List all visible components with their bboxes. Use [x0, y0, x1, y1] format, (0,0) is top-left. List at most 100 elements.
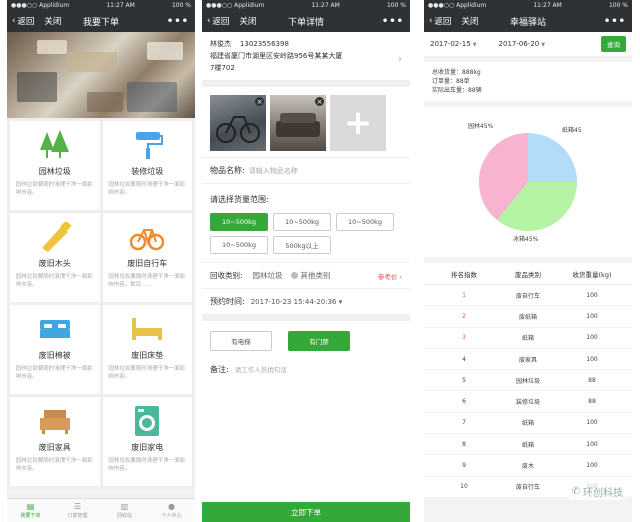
- table-row: 8 纸箱 100: [424, 434, 632, 456]
- tab-order[interactable]: ▤ 我要下单: [7, 499, 54, 522]
- more-icon[interactable]: •••: [604, 16, 626, 27]
- category-card-bicycle[interactable]: 废旧自行车 园林垃圾要随时清理干净一面影响市容。数目......: [102, 213, 192, 302]
- category-name: 废旧木头: [38, 259, 71, 268]
- volume-option[interactable]: 500kg以上: [273, 236, 331, 254]
- radio-icon[interactable]: [290, 272, 298, 279]
- category-cell: 园林垃圾: [515, 377, 540, 385]
- category-cell: 废纸箱: [518, 313, 537, 321]
- category-cell: 纸箱: [521, 335, 534, 343]
- stat-orders: 订单量：88单: [432, 78, 470, 85]
- chevron-left-icon: ‹: [12, 16, 16, 26]
- rank-cell: 2: [462, 312, 466, 320]
- category-grid: 园林垃圾 园林垃圾要随时清理干净一面影响市容。 装修垃圾 园林垃圾要随时清理干净…: [7, 118, 195, 489]
- item-name-field[interactable]: 物品名称: 请输入物品名称: [202, 157, 410, 183]
- category-card-appliance[interactable]: 废旧家电 园林垃圾要随时清理干净一面影响市容。: [102, 397, 192, 486]
- category-card-wood[interactable]: 废旧木头 园林垃圾要随时清理干净一面影响市容。: [10, 213, 100, 302]
- submit-order-button[interactable]: 立即下单: [202, 502, 410, 522]
- rank-cell: 7: [462, 419, 466, 427]
- pie-label-fridge: 冰箱45%: [513, 236, 539, 243]
- table-row: 1 废自行车 100: [424, 285, 632, 307]
- nav-bar: ‹ 返回 关闭 幸福驿站 •••: [424, 10, 632, 32]
- back-label: 返回: [434, 17, 452, 27]
- stat-trucks: 实际出车量：88辆: [432, 87, 482, 94]
- volume-option[interactable]: 10~500kg: [210, 236, 268, 254]
- time-label: 11:27 AM: [311, 1, 340, 9]
- battery-label: 100 %: [386, 1, 406, 9]
- category-name: 废旧家具: [38, 443, 71, 452]
- category-card-mattress[interactable]: 废旧床垫 园林垃圾要随时清理干净一面影响市容。: [102, 305, 192, 394]
- category-cell: 废自行车: [515, 292, 540, 300]
- weight-cell: 100: [586, 440, 598, 448]
- weight-cell: 88: [588, 376, 596, 384]
- hero-image: [7, 32, 195, 118]
- add-photo-button[interactable]: +: [330, 95, 386, 151]
- category-name: 废旧自行车: [127, 259, 168, 268]
- volume-option[interactable]: 10~500kg: [336, 213, 394, 231]
- back-label: 返回: [212, 17, 230, 27]
- category-cell: 装修垃圾: [515, 399, 540, 407]
- category-desc: 园林垃圾要随时清理干净一面影响市容。: [15, 182, 93, 196]
- volume-option[interactable]: 10~500kg: [210, 213, 268, 231]
- note-field[interactable]: 备注: 请工作人员捎句话: [202, 361, 410, 377]
- close-button[interactable]: 关闭: [239, 15, 256, 27]
- table-row: 2 废纸箱 100: [424, 306, 632, 328]
- category-cell: 纸箱: [521, 441, 534, 449]
- watermark-text: 环创科技: [583, 488, 623, 499]
- item-name-input[interactable]: 请输入物品名称: [249, 166, 298, 176]
- volume-option[interactable]: 10~500kg: [273, 213, 331, 231]
- elevator-button[interactable]: 有电梯: [210, 331, 272, 351]
- category-desc: 园林垃圾要随时清理干净一面影响市容。: [15, 274, 93, 288]
- category-desc: 园林垃圾要随时清理干净一面影响市容。: [15, 366, 93, 380]
- tab-label: 订单管理: [67, 513, 88, 519]
- weight-cell: 100: [586, 291, 598, 299]
- clipboard-icon: ▤: [26, 502, 35, 511]
- back-button[interactable]: ‹ 返回: [7, 15, 34, 27]
- reference-price-link[interactable]: 参考价 ›: [378, 271, 402, 281]
- category-cell: 废木: [521, 463, 534, 471]
- caret-down-icon: ▼: [472, 42, 477, 48]
- recycle-option-other[interactable]: 其他类别: [301, 270, 331, 281]
- paint-roller-icon: [130, 129, 164, 161]
- close-button[interactable]: 关闭: [44, 15, 61, 27]
- page-title: 幸福驿站: [509, 17, 546, 28]
- sofa-icon: [38, 405, 72, 437]
- weight-cell: 100: [586, 334, 598, 342]
- tab-profile[interactable]: ● 个人中心: [148, 499, 195, 522]
- nav-bar: ‹ 返回 关闭 我要下单 •••: [7, 10, 195, 32]
- back-button[interactable]: ‹ 返回: [424, 15, 451, 27]
- date-filter: 2017-02-15 ▼ 2017-06-20 ▼ 查询: [424, 32, 632, 56]
- date-from-picker[interactable]: 2017-02-15 ▼: [430, 40, 477, 48]
- tab-bar: ▤ 我要下单 ☰ 订单管理 ▥ 回收站 ● 个人中心: [7, 498, 195, 522]
- recycle-type-row: 回收类别: 园林垃圾 其他类别 参考价 ›: [202, 262, 410, 288]
- time-picker[interactable]: 2017-10-23 15:44-20:36 ▾: [251, 298, 343, 306]
- category-card-quilt[interactable]: 废旧棉被 园林垃圾要随时清理干净一面影响市容。: [10, 305, 100, 394]
- category-card-furniture[interactable]: 废旧家具 园林垃圾要随时清理干净一面影响市容。: [10, 397, 100, 486]
- tab-label: 回收站: [116, 513, 132, 519]
- address-card[interactable]: 林俊杰 13023556398 福建省厦门市湖里区安岭路956号某某大厦 7楼7…: [202, 32, 410, 80]
- remove-photo-icon[interactable]: ×: [315, 97, 324, 106]
- bicycle-icon: [130, 221, 165, 253]
- more-icon[interactable]: •••: [167, 16, 189, 27]
- category-desc: 园林垃圾要随时清理干净一面影响市容。: [108, 366, 186, 380]
- category-cell: 废自行车: [515, 484, 540, 492]
- note-input[interactable]: 请工作人员捎句话: [235, 364, 287, 374]
- query-button[interactable]: 查询: [601, 36, 626, 52]
- photo-thumb[interactable]: ×: [210, 95, 266, 151]
- close-button[interactable]: 关闭: [461, 15, 478, 27]
- tab-recycle[interactable]: ▥ 回收站: [101, 499, 148, 522]
- category-name: 废旧家电: [131, 443, 164, 452]
- tab-orders[interactable]: ☰ 订单管理: [54, 499, 101, 522]
- more-icon[interactable]: •••: [382, 16, 404, 27]
- category-card-renovation[interactable]: 装修垃圾 园林垃圾要随时清理干净一面影响市容。: [102, 121, 192, 210]
- remove-photo-icon[interactable]: ×: [255, 97, 264, 106]
- back-button[interactable]: ‹ 返回: [202, 15, 229, 27]
- date-to-picker[interactable]: 2017-06-20 ▼: [499, 40, 546, 48]
- recycle-option-garden[interactable]: 园林垃圾: [253, 270, 283, 281]
- carrier-label: ●●●○○ Applidium: [206, 1, 265, 9]
- recycle-type-label: 回收类别:: [210, 271, 243, 280]
- category-card-garden[interactable]: 园林垃圾 园林垃圾要随时清理干净一面影响市容。: [10, 121, 100, 210]
- photo-thumb[interactable]: ×: [270, 95, 326, 151]
- trash-icon: ▥: [120, 502, 129, 511]
- gate-button[interactable]: 有门禁: [288, 331, 350, 351]
- note-label: 备注:: [210, 364, 229, 374]
